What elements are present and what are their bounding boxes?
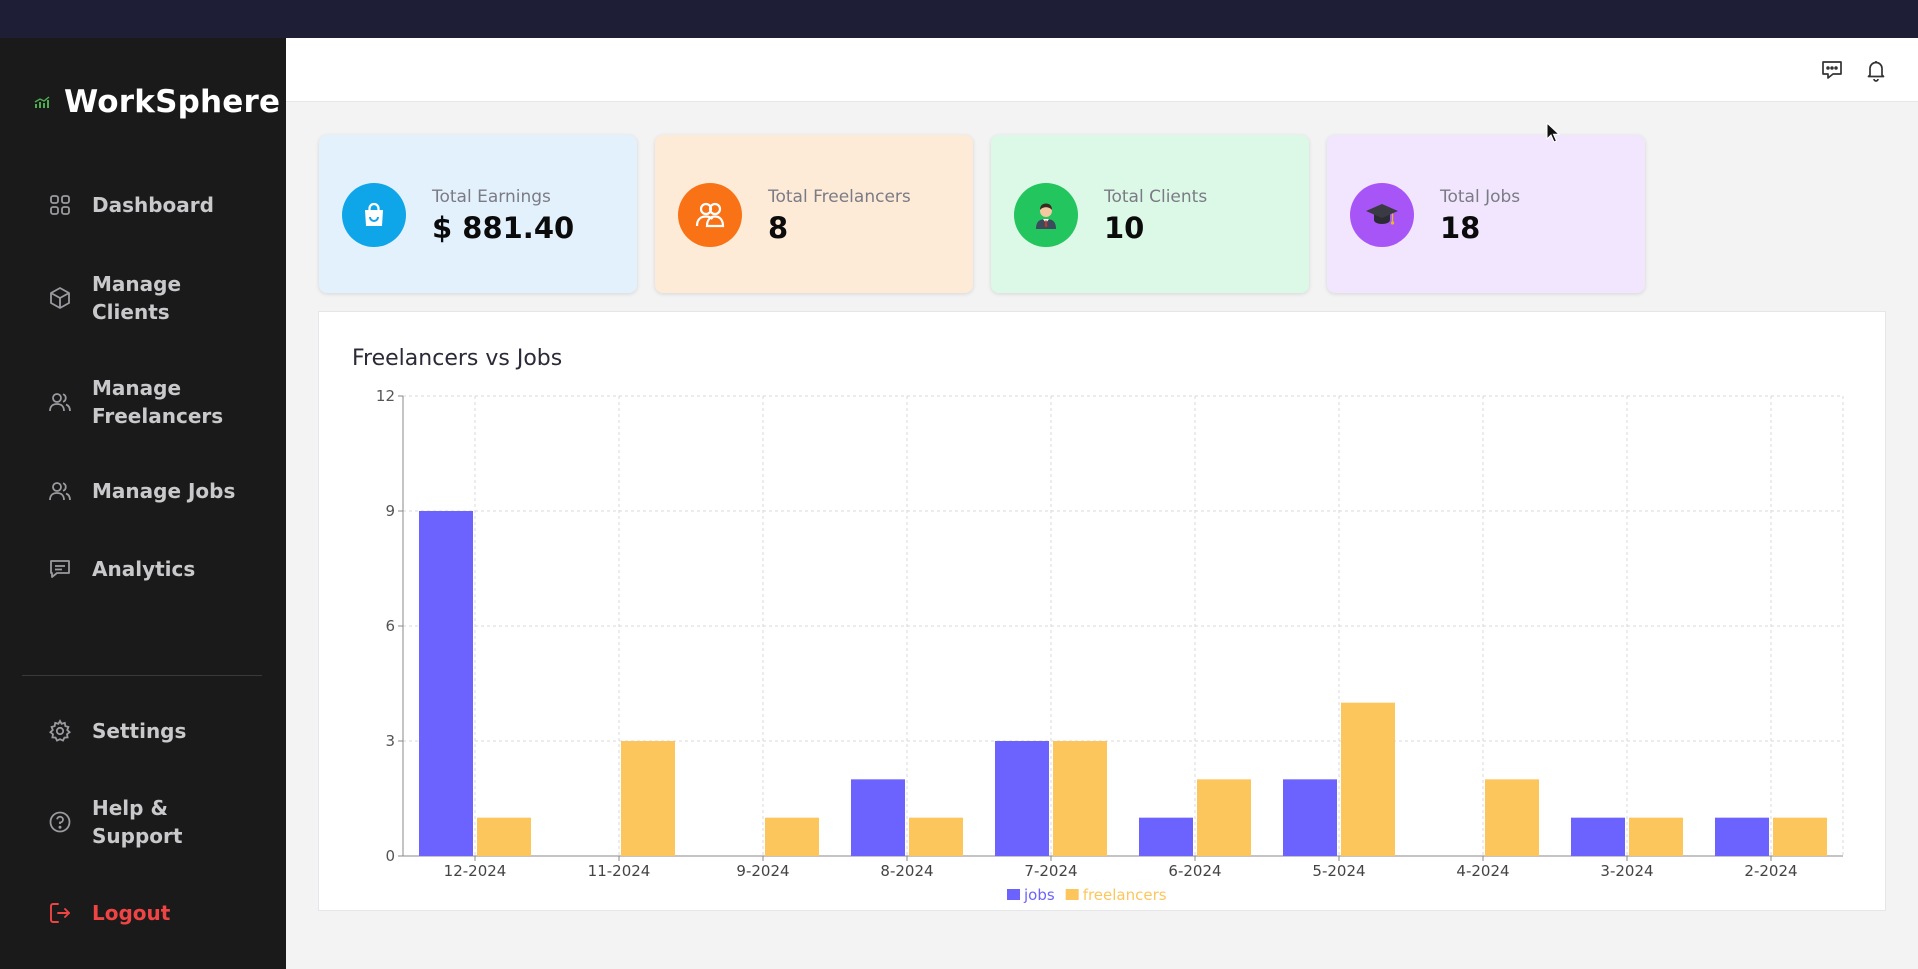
x-tick-label: 4-2024 [1456,862,1509,880]
stat-card-total-freelancers: Total Freelancers 8 [655,135,973,293]
legend-swatch-freelancers [1065,889,1079,900]
sidebar-item-analytics[interactable]: Analytics [46,555,195,583]
x-tick-label: 8-2024 [880,862,933,880]
chat-icon[interactable] [1820,58,1844,82]
x-tick-label: 5-2024 [1312,862,1365,880]
stat-icon-circle [678,183,742,247]
bar-freelancers [1053,741,1107,856]
sidebar-item-label: Help & Support [92,796,183,848]
sidebar-item-label: Analytics [92,557,196,581]
bar-freelancers [1341,702,1395,856]
sidebar-item-manage-clients[interactable]: Manage Clients [46,270,181,326]
legend-label-freelancers: freelancers [1083,886,1167,904]
bar-jobs [995,741,1049,856]
bar-freelancers [765,817,819,856]
brand[interactable]: WorkSphere [34,84,280,120]
stat-value: 18 [1440,211,1481,245]
stat-card-total-jobs: Total Jobs 18 [1327,135,1645,293]
bar-freelancers [1773,817,1827,856]
stat-value: 8 [768,211,789,245]
stat-icon-circle [342,183,406,247]
users-icon [46,388,74,416]
sidebar-item-label: Manage Clients [92,272,182,324]
bar-freelancers [909,817,963,856]
y-tick-label: 6 [385,617,395,635]
bar-freelancers [1485,779,1539,856]
stat-value: 10 [1104,211,1145,245]
bar-freelancers [621,741,675,856]
stat-title: Total Jobs [1440,187,1521,207]
y-tick-label: 3 [385,732,395,750]
bar-jobs [1283,779,1337,856]
sidebar-item-settings[interactable]: Settings [46,717,186,745]
bar-freelancers [477,817,531,856]
y-tick-label: 12 [376,387,395,405]
chart-logo-icon [34,96,50,108]
mouse-cursor-icon [1546,122,1560,143]
users-icon [46,477,74,505]
bar-jobs [1715,817,1769,856]
bar-jobs [419,511,473,856]
legend-swatch-jobs [1007,889,1020,900]
chart-panel: Freelancers vs Jobs 0 3 6 9 12 12-2024 11-2024… [318,311,1886,911]
stat-icon-circle [1014,183,1078,247]
grid-icon [46,191,74,219]
top-header [286,38,1918,102]
y-tick-label: 9 [385,502,395,520]
businessman-icon [1036,203,1056,229]
x-tick-label: 7-2024 [1024,862,1077,880]
sidebar-item-manage-jobs[interactable]: Manage Jobs [46,477,235,505]
users-icon [695,202,725,228]
sidebar-item-help-support[interactable]: Help & Support [46,794,182,850]
sidebar-item-label: Manage Jobs [92,479,236,503]
graduation-cap-icon [1366,204,1398,225]
stat-value: $ 881.40 [432,211,575,245]
bell-icon[interactable] [1864,58,1888,82]
bar-jobs [1139,817,1193,856]
help-circle-icon [46,808,74,836]
logout-button[interactable]: Logout [46,899,170,927]
x-tick-label: 3-2024 [1600,862,1653,880]
bar-jobs [1571,817,1625,856]
logout-icon [46,899,74,927]
x-tick-label: 12-2024 [444,862,507,880]
window-top-bar [0,0,1918,38]
stat-card-total-earnings: Total Earnings $ 881.40 [319,135,637,293]
sidebar-item-dashboard[interactable]: Dashboard [46,191,214,219]
sidebar-item-label: Manage Freelancers [92,376,224,428]
gear-icon [46,717,74,745]
message-icon [46,555,74,583]
sidebar: WorkSphere Dashboard Manage Clients Mana… [0,38,286,969]
shopping-bag-icon [365,202,383,226]
bar-freelancers [1629,817,1683,856]
bar-freelancers [1197,779,1251,856]
sidebar-divider [22,675,262,676]
sidebar-item-label: Dashboard [92,193,214,217]
logout-label: Logout [92,901,171,925]
sidebar-item-label: Settings [92,719,187,743]
x-tick-label: 11-2024 [588,862,651,880]
freelancers-vs-jobs-chart: 0 3 6 9 12 12-2024 11-2024 9-2024 8-2024 7-2024 6-… [376,387,1844,904]
app-name: WorkSphere [64,84,281,120]
x-tick-label: 2-2024 [1744,862,1797,880]
bar-jobs [851,779,905,856]
stat-card-total-clients: Total Clients 10 [991,135,1309,293]
x-tick-label: 9-2024 [736,862,789,880]
stat-title: Total Clients [1104,187,1208,207]
stat-icon-circle [1350,183,1414,247]
stat-title: Total Earnings [432,187,551,207]
x-tick-label: 6-2024 [1168,862,1221,880]
sidebar-item-manage-freelancers[interactable]: Manage Freelancers [46,374,223,430]
y-tick-label: 0 [385,847,395,865]
legend-label-jobs: jobs [1023,886,1055,904]
cube-icon [46,284,74,312]
stat-title: Total Freelancers [768,187,911,207]
